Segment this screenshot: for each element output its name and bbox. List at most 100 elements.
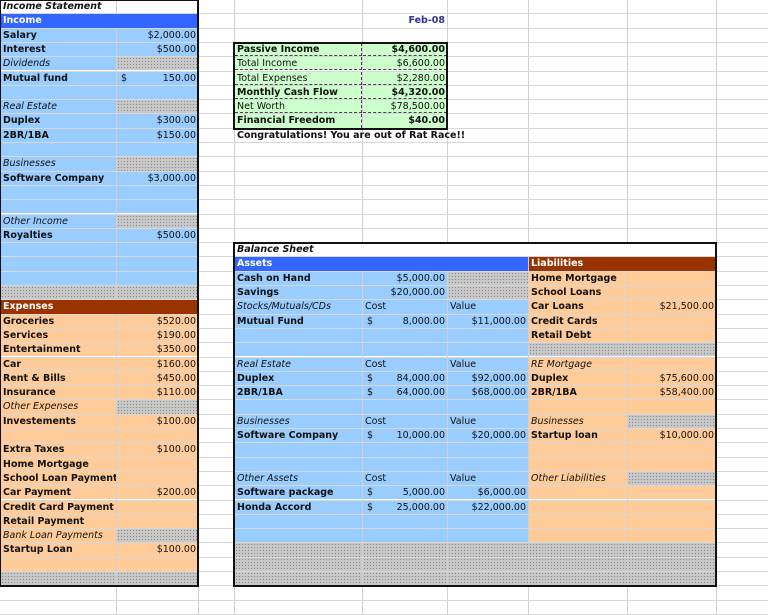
balance-footer-hatch[interactable] — [363, 543, 447, 557]
summary-row-label[interactable]: Financial Freedom — [235, 114, 362, 128]
income-row-label[interactable] — [1, 200, 116, 214]
income-row-label[interactable]: Real Estate — [1, 100, 116, 114]
asset-row-cost[interactable] — [363, 457, 447, 471]
expense-row-value[interactable]: $100.00 — [117, 414, 198, 428]
liability-row-value[interactable] — [628, 500, 716, 514]
expense-row-value[interactable] — [117, 557, 198, 571]
asset-row-label[interactable]: 2BR/1BA — [235, 386, 362, 400]
expense-row-value[interactable] — [117, 514, 198, 529]
liabilities-header[interactable]: Liabilities — [529, 257, 716, 271]
income-row-value[interactable] — [117, 214, 198, 228]
asset-row-value[interactable]: $22,000.00 — [448, 500, 528, 514]
asset-row-cost[interactable]: 84,000.00 $ — [363, 371, 447, 386]
liability-row-value[interactable] — [628, 343, 716, 357]
asset-row-label[interactable]: Real Estate — [235, 357, 362, 371]
summary-row-label[interactable]: Net Worth — [235, 100, 362, 114]
liability-row-label[interactable]: Duplex — [529, 371, 627, 386]
income-row-value[interactable]: 150.00 $ — [117, 71, 198, 85]
expenses-header[interactable]: Expenses — [1, 300, 198, 314]
asset-row-label[interactable] — [235, 529, 362, 543]
income-separator[interactable] — [117, 286, 198, 300]
income-row-value[interactable] — [117, 85, 198, 100]
expense-row-label[interactable]: Credit Card Payment — [1, 500, 116, 514]
expense-row-value[interactable] — [117, 400, 198, 414]
asset-row-value[interactable]: $20,000.00 — [448, 429, 528, 443]
liability-row-label[interactable]: RE Mortgage — [529, 357, 627, 371]
income-row-label[interactable]: Dividends — [1, 57, 116, 71]
balance-sheet-title[interactable]: Balance Sheet — [235, 243, 716, 257]
income-row-value[interactable] — [117, 157, 198, 171]
asset-row-cost[interactable]: Cost — [363, 357, 447, 371]
asset-row-cost[interactable]: $5,000.00 — [363, 271, 447, 285]
liability-row-label[interactable]: Other Liabilities — [529, 471, 627, 486]
income-row-label[interactable]: Software Company — [1, 171, 116, 185]
liability-row-label[interactable]: Home Mortgage — [529, 271, 627, 285]
balance-footer-hatch[interactable] — [235, 557, 362, 571]
income-row-label[interactable]: Businesses — [1, 157, 116, 171]
liability-row-value[interactable]: $10,000.00 — [628, 429, 716, 443]
liability-row-label[interactable]: School Loans — [529, 286, 627, 300]
asset-row-label[interactable]: Mutual Fund — [235, 314, 362, 328]
income-row-label[interactable] — [1, 185, 116, 200]
balance-footer-hatch[interactable] — [235, 572, 362, 586]
asset-row-label[interactable]: Businesses — [235, 414, 362, 428]
asset-row-label[interactable] — [235, 343, 362, 357]
liability-row-value[interactable] — [628, 486, 716, 500]
asset-row-cost[interactable]: 64,000.00 $ — [363, 386, 447, 400]
expense-row-value[interactable] — [117, 471, 198, 486]
liability-row-value[interactable] — [628, 400, 716, 414]
income-row-value[interactable] — [117, 100, 198, 114]
asset-row-cost[interactable]: Cost — [363, 300, 447, 314]
asset-row-value[interactable]: $11,000.00 — [448, 314, 528, 328]
balance-footer-hatch[interactable] — [448, 543, 528, 557]
expense-row-value[interactable]: $100.00 — [117, 443, 198, 457]
asset-row-value[interactable] — [448, 286, 528, 300]
balance-footer-hatch[interactable] — [628, 543, 716, 557]
asset-row-value[interactable]: Value — [448, 300, 528, 314]
summary-row-label[interactable]: Total Income — [235, 57, 362, 71]
asset-row-value[interactable] — [448, 443, 528, 457]
expense-row-label[interactable]: Retail Payment — [1, 514, 116, 529]
income-row-value[interactable] — [117, 243, 198, 257]
asset-row-cost[interactable]: 5,000.00 $ — [363, 486, 447, 500]
income-row-value[interactable]: $3,000.00 — [117, 171, 198, 185]
asset-row-label[interactable]: Duplex — [235, 371, 362, 386]
assets-header[interactable]: Assets — [235, 257, 528, 271]
asset-row-value[interactable]: Value — [448, 471, 528, 486]
income-row-value[interactable]: $500.00 — [117, 42, 198, 57]
asset-row-value[interactable] — [448, 514, 528, 529]
liability-row-value[interactable]: $58,400.00 — [628, 386, 716, 400]
liability-row-label[interactable] — [529, 486, 627, 500]
income-row-value[interactable] — [117, 200, 198, 214]
balance-footer-hatch[interactable] — [628, 557, 716, 571]
income-row-value[interactable]: $500.00 — [117, 228, 198, 243]
income-row-value[interactable] — [117, 143, 198, 157]
income-row-value[interactable]: $2,000.00 — [117, 28, 198, 42]
income-row-label[interactable] — [1, 271, 116, 285]
expense-row-label[interactable]: Groceries — [1, 314, 116, 328]
expense-row-value[interactable]: $200.00 — [117, 486, 198, 500]
income-row-label[interactable]: Mutual fund — [1, 71, 116, 85]
summary-row-value[interactable]: $6,600.00 — [363, 57, 447, 71]
expense-row-label[interactable]: Bank Loan Payments — [1, 529, 116, 543]
asset-row-value[interactable] — [448, 400, 528, 414]
income-statement-title[interactable]: Income Statement — [1, 0, 198, 13]
expense-row-label[interactable]: Extra Taxes — [1, 443, 116, 457]
liability-row-value[interactable] — [628, 271, 716, 285]
asset-row-label[interactable]: Stocks/Mutuals/CDs — [235, 300, 362, 314]
income-row-value[interactable] — [117, 271, 198, 285]
liability-row-value[interactable] — [628, 286, 716, 300]
expense-row-label[interactable]: Startup Loan — [1, 543, 116, 557]
asset-row-cost[interactable] — [363, 514, 447, 529]
asset-row-cost[interactable] — [363, 343, 447, 357]
liability-row-value[interactable]: $21,500.00 — [628, 300, 716, 314]
asset-row-label[interactable] — [235, 443, 362, 457]
asset-row-value[interactable]: $92,000.00 — [448, 371, 528, 386]
liability-row-label[interactable] — [529, 500, 627, 514]
liability-row-value[interactable] — [628, 443, 716, 457]
summary-row-value[interactable]: $4,600.00 — [363, 42, 447, 57]
asset-row-label[interactable]: Cash on Hand — [235, 271, 362, 285]
liability-row-value[interactable] — [628, 457, 716, 471]
summary-row-label[interactable]: Passive Income — [235, 42, 362, 57]
asset-row-label[interactable]: Honda Accord — [235, 500, 362, 514]
